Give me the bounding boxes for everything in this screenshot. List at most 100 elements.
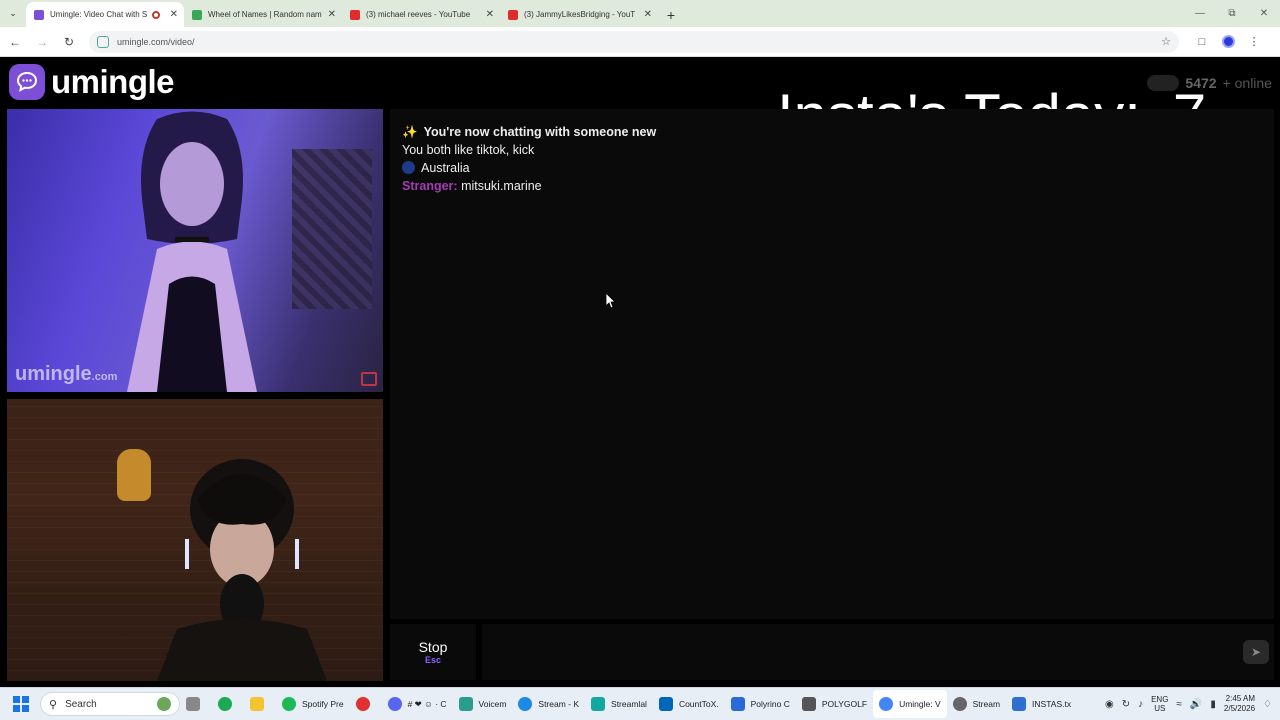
report-flag-icon[interactable] [361,372,377,386]
chat-log: ✨ You're now chatting with someone new Yo… [402,123,656,195]
window-controls: — ⧉ ✕ [1184,0,1280,27]
recording-indicator-icon [151,10,160,19]
bookmark-star-icon[interactable]: ☆ [1161,35,1171,48]
wall-photos-decoration [292,149,372,309]
taskbar-app-streamlabs[interactable]: Streamlal [585,690,653,718]
shelf-vase-decoration [117,449,151,501]
online-label: + online [1222,75,1272,91]
chat-bubble-logo-icon [9,64,45,100]
tab-youtube-michael-reeves[interactable]: (3) michael reeves - YouTube ✕ [342,2,500,27]
task-view-icon[interactable] [180,690,212,718]
file-explorer-icon[interactable] [244,690,276,718]
spotify-icon [282,697,296,711]
wheel-favicon-icon [192,9,202,20]
tab-close-icon[interactable]: ✕ [486,9,494,20]
taskbar-app-vscode[interactable]: CountToX. [653,690,725,718]
tab-umingle[interactable]: Umingle: Video Chat with S ✕ [26,2,184,27]
address-bar[interactable]: umingle.com/video/ ☆ [89,30,1179,53]
notepad-icon [1012,697,1027,711]
notifications-icon[interactable]: ♢ [1263,699,1272,710]
minimize-icon[interactable]: — [1184,0,1216,27]
discord-tray-icon[interactable]: ◉ [1105,699,1114,710]
windows-start-icon[interactable] [6,689,36,719]
back-arrow-icon[interactable]: ← [3,30,27,54]
search-highlight-icon [157,697,171,711]
tab-close-icon[interactable]: ✕ [644,9,652,20]
camera-in-use-icon[interactable] [97,35,109,48]
tab-youtube-jammy[interactable]: (3) JammyLikesBridging - YouT ✕ [500,2,658,27]
xbox-app-icon[interactable] [212,690,244,718]
youtube-favicon-icon [508,9,518,20]
volume-icon[interactable]: 🔊 [1190,699,1202,710]
mouse-cursor-icon [606,293,616,309]
send-icon[interactable]: ➤ [1243,640,1269,664]
stranger-video: umingle.com [7,109,383,392]
taskbar-app-stream[interactable]: Stream [947,690,1006,718]
tab-title: Umingle: Video Chat with S [50,10,148,19]
self-silhouette [157,459,327,681]
discord-icon [387,697,402,711]
chat-intro-line: ✨ You're now chatting with someone new [402,125,657,139]
umingle-page: umingle 5472 + online Insta's Today:7 um… [0,57,1280,687]
chat-panel: ✨ You're now chatting with someone new Yo… [390,109,1274,619]
pen-icon [730,697,745,711]
voicemod-icon [458,697,473,711]
taskbar-app-voicemod[interactable]: Voicem [453,690,513,718]
sync-tray-icon[interactable]: ↻ [1122,699,1130,710]
umingle-watermark: umingle.com [15,363,118,385]
tab-title: (3) JammyLikesBridging - YouT [524,10,636,19]
taskbar-app-opera[interactable] [350,690,382,718]
youtube-favicon-icon [350,9,360,20]
taskbar-app-edge[interactable]: Stream - K [512,690,585,718]
url-text[interactable]: umingle.com/video/ [117,37,1161,47]
umingle-logo[interactable]: umingle [9,63,175,101]
chat-message: Stranger: mitsuki.marine [402,179,542,193]
country-line: Australia [402,159,656,177]
sparkle-icon: ✨ [402,125,418,139]
chrome-icon [879,697,894,711]
tab-close-icon[interactable]: ✕ [170,9,178,20]
taskbar-app-chrome[interactable]: Umingle: V [873,690,947,718]
search-icon: ⚲ [49,698,58,711]
close-window-icon[interactable]: ✕ [1248,0,1280,27]
taskbar-app-polyrino[interactable]: Polyrino C [725,690,796,718]
microphone-tray-icon[interactable]: ♪ [1138,699,1143,710]
tab-search-chevron-icon[interactable]: ⌄ [0,0,26,27]
tab-close-icon[interactable]: ✕ [328,9,336,20]
stranger-silhouette [127,111,257,392]
tab-wheel-of-names[interactable]: Wheel of Names | Random nam ✕ [184,2,342,27]
browser-menu-icon[interactable]: ⋮ [1241,30,1267,54]
stop-button[interactable]: Stop Esc [390,624,476,680]
taskbar-app-polygolf[interactable]: POLYGOLF [796,690,873,718]
streamlabs-icon [591,697,606,711]
forward-arrow-icon[interactable]: → [30,30,54,54]
taskbar-app-spotify[interactable]: Spotify Pre [276,690,350,718]
opera-icon [355,697,370,711]
window-app-icon [801,697,816,711]
umingle-favicon-icon [34,9,44,20]
browser-toolbar: ← → ↻ umingle.com/video/ ☆ □ ⋮ [0,27,1280,57]
common-interests-line: You both like tiktok, kick [402,143,535,157]
obs-icon [952,697,967,711]
profile-avatar[interactable] [1215,30,1241,54]
self-video [7,399,383,681]
battery-icon[interactable]: ▮ [1210,699,1216,710]
reload-icon[interactable]: ↻ [57,30,81,54]
edge-icon [518,697,533,711]
wifi-icon[interactable]: ≈ [1176,699,1182,710]
restore-icon[interactable]: ⧉ [1216,0,1248,27]
tab-title: (3) michael reeves - YouTube [366,10,471,19]
extensions-icon[interactable]: □ [1189,30,1215,54]
country-flag-icon [402,161,415,174]
browser-tabbar: ⌄ Umingle: Video Chat with S ✕ Wheel of … [0,0,1280,27]
vscode-icon [658,697,673,711]
os-taskbar: ⚲ Search Spotify Pre # ❤ ☺ · C Voicem St… [0,687,1280,720]
message-input[interactable] [482,624,1274,680]
logo-text: umingle [51,63,175,100]
taskbar-app-discord[interactable]: # ❤ ☺ · C [382,690,453,718]
clock[interactable]: 2:45 AM 2/5/2026 [1224,694,1255,714]
taskbar-search[interactable]: ⚲ Search [40,692,180,716]
new-tab-button[interactable]: + [658,2,684,27]
language-indicator[interactable]: ENG US [1151,695,1168,713]
taskbar-app-notepad[interactable]: INSTAS.tx [1006,690,1077,718]
